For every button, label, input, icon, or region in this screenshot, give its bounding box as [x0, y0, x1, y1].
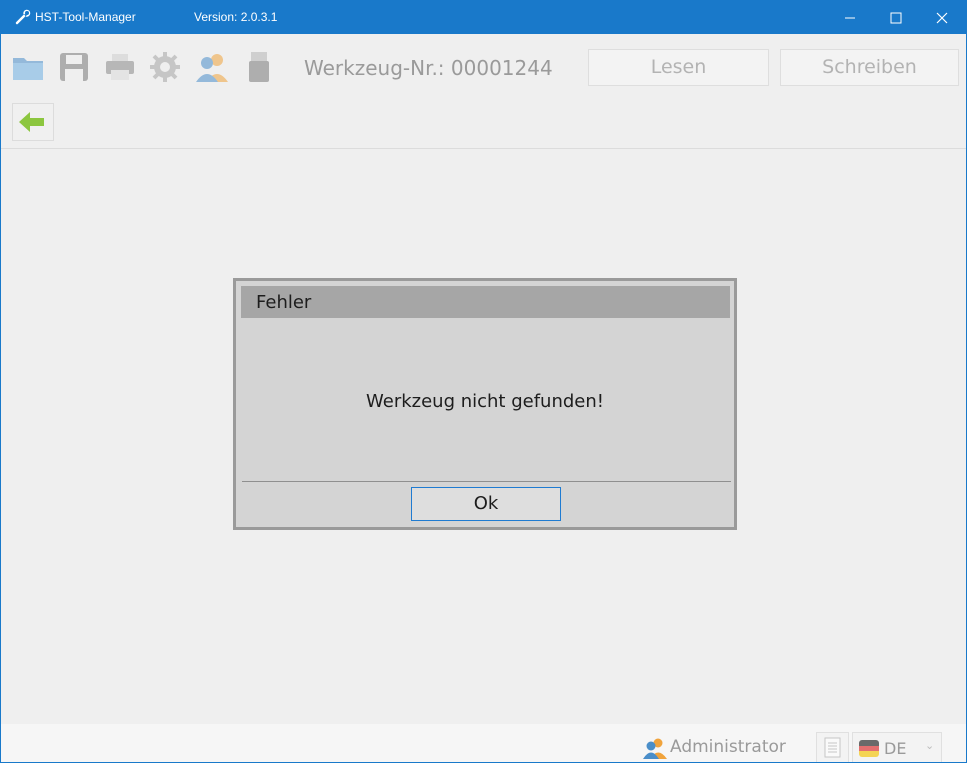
german-flag-icon — [859, 740, 879, 757]
dialog-title: Fehler — [256, 292, 312, 313]
print-icon[interactable] — [103, 50, 137, 84]
close-button[interactable] — [919, 1, 965, 34]
open-folder-icon[interactable] — [11, 50, 45, 84]
dialog-message: Werkzeug nicht gefunden! — [366, 391, 604, 412]
tool-number-label: Werkzeug-Nr.: 00001244 — [304, 56, 553, 80]
document-button[interactable] — [816, 732, 849, 762]
close-icon — [936, 12, 948, 24]
chevron-down-icon: ⌄ — [925, 739, 935, 752]
language-select[interactable]: DE ⌄ — [852, 732, 942, 762]
document-icon — [824, 737, 841, 758]
maximize-button[interactable] — [873, 1, 919, 34]
toolbar: Werkzeug-Nr.: 00001244 Lesen Schreiben — [1, 34, 966, 96]
app-title: HST-Tool-Manager — [35, 10, 136, 24]
minimize-icon — [845, 17, 855, 19]
settings-gear-icon[interactable] — [148, 50, 182, 84]
user-status-icon — [643, 738, 667, 759]
user-name-label: Administrator — [670, 737, 786, 757]
write-button[interactable]: Schreiben — [780, 49, 959, 86]
wrench-icon — [15, 9, 31, 25]
back-button[interactable] — [12, 103, 54, 141]
usb-drive-icon[interactable] — [242, 50, 276, 84]
save-icon[interactable] — [57, 50, 91, 84]
language-code: DE — [884, 739, 907, 758]
maximize-icon — [890, 12, 902, 24]
title-bar[interactable]: HST-Tool-Manager Version: 2.0.3.1 — [1, 1, 966, 34]
dialog-divider — [242, 481, 731, 482]
read-button[interactable]: Lesen — [588, 49, 769, 86]
arrow-left-icon — [19, 112, 44, 132]
user-icon[interactable] — [195, 50, 229, 84]
error-dialog: Fehler Werkzeug nicht gefunden! Ok — [233, 278, 737, 530]
app-version: Version: 2.0.3.1 — [194, 10, 278, 24]
ok-button[interactable]: Ok — [411, 487, 561, 521]
navigation-bar — [1, 96, 966, 149]
app-window: HST-Tool-Manager Version: 2.0.3.1 Werkze… — [0, 0, 967, 763]
minimize-button[interactable] — [827, 1, 873, 34]
status-bar: Administrator DE ⌄ — [1, 724, 966, 762]
dialog-title-bar: Fehler — [241, 286, 730, 318]
